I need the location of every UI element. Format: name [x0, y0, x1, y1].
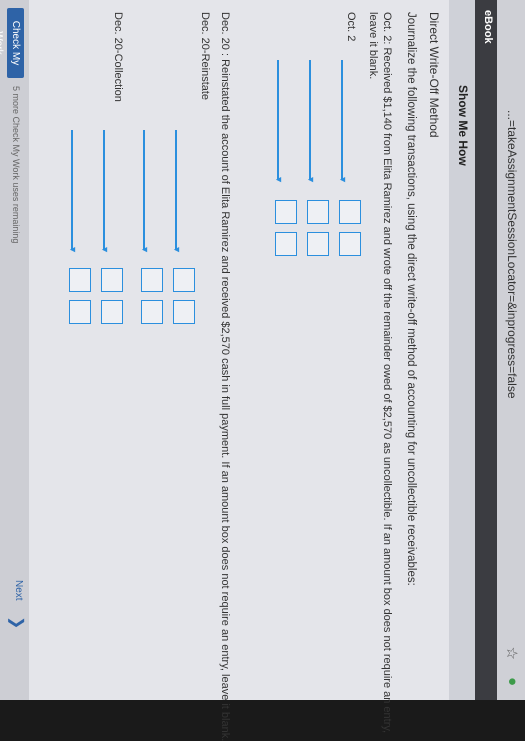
debit-amount-input[interactable] [101, 268, 123, 292]
ebook-button[interactable]: eBook [482, 10, 494, 44]
account-select[interactable]: ▼ [140, 130, 159, 254]
debit-amount-input[interactable] [307, 200, 329, 224]
dec-collection-label: Dec. 20-Collection [112, 12, 124, 102]
account-select[interactable]: ▼ [274, 60, 293, 184]
account-select[interactable]: ▼ [100, 130, 119, 254]
oct-transaction-text: Oct. 2: Received $1,140 from Elita Ramir… [381, 12, 393, 734]
bookmark-star-icon[interactable]: ☆ [503, 647, 521, 660]
credit-amount-input[interactable] [101, 300, 123, 324]
problem-content: Direct Write-Off Method Journalize the f… [29, 0, 449, 741]
account-select[interactable]: ▼ [172, 130, 191, 254]
oct-date-label: Oct. 2 [345, 12, 357, 42]
account-select[interactable]: ▼ [338, 60, 357, 184]
credit-amount-input[interactable] [69, 300, 91, 324]
show-me-how-bar: Show Me How [449, 0, 475, 700]
credit-amount-input[interactable] [307, 232, 329, 256]
problem-instructions: Journalize the following transactions, u… [405, 12, 417, 586]
credit-amount-input[interactable] [275, 232, 297, 256]
chevron-down-icon: ▼ [140, 245, 150, 254]
browser-address-bar[interactable]: ...=takeAssignmentSessionLocator=&inprog… [496, 0, 525, 700]
oct-transaction-text-cont: leave it blank. [367, 12, 379, 80]
chevron-down-icon: ▼ [338, 175, 348, 184]
debit-amount-input[interactable] [339, 200, 361, 224]
credit-amount-input[interactable] [141, 300, 163, 324]
chevron-down-icon: ▼ [306, 175, 316, 184]
next-arrow-icon[interactable]: ❯ [7, 616, 27, 629]
problem-title: Direct Write-Off Method [427, 12, 441, 138]
chevron-down-icon: ▼ [68, 245, 78, 254]
dec-reinstate-label: Dec. 20-Reinstate [199, 12, 211, 101]
show-me-how-button[interactable]: Show Me How [456, 85, 470, 166]
credit-amount-input[interactable] [339, 232, 361, 256]
debit-amount-input[interactable] [141, 268, 163, 292]
debit-amount-input[interactable] [69, 268, 91, 292]
chevron-down-icon: ▼ [172, 245, 182, 254]
remaining-text: 5 more Check My Work uses remaining [11, 86, 21, 244]
debit-amount-input[interactable] [275, 200, 297, 224]
dec-transaction-text: Dec. 20 : Reinstated the account of Elit… [219, 12, 231, 741]
account-select[interactable]: ▼ [68, 130, 87, 254]
check-my-work-button[interactable]: Check My Work [0, 8, 24, 78]
url-text[interactable]: ...=takeAssignmentSessionLocator=&inprog… [505, 110, 519, 399]
extension-icon[interactable]: ● [504, 677, 521, 686]
credit-amount-input[interactable] [173, 300, 195, 324]
account-select[interactable]: ▼ [306, 60, 325, 184]
chevron-down-icon: ▼ [274, 175, 284, 184]
rotated-screen: ...=takeAssignmentSessionLocator=&inprog… [0, 0, 525, 741]
ebook-toolbar: eBook [475, 0, 497, 700]
footer-bar: Check My Work 5 more Check My Work uses … [0, 0, 29, 700]
debit-amount-input[interactable] [173, 268, 195, 292]
chevron-down-icon: ▼ [100, 245, 110, 254]
next-button[interactable]: Next [13, 580, 24, 601]
